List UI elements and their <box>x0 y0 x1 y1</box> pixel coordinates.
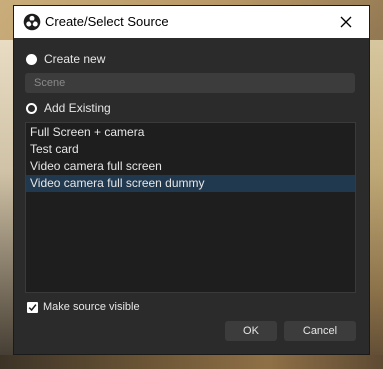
make-source-visible-checkbox[interactable]: Make source visible <box>27 300 140 314</box>
list-item-source[interactable]: Full Screen + camera <box>26 124 355 141</box>
scene-name-input[interactable] <box>25 73 355 93</box>
ok-button[interactable]: OK <box>225 321 277 341</box>
add-existing-label: Add Existing <box>44 101 111 115</box>
create-new-label: Create new <box>44 52 106 66</box>
radio-button-indicator[interactable] <box>26 102 37 114</box>
dialog-title: Create/Select Source <box>45 14 169 29</box>
list-item-source-selected[interactable]: Video camera full screen dummy <box>26 175 355 192</box>
background-bottom-edge <box>0 355 383 369</box>
create-select-source-dialog: Create/Select Source Create new Add Exis… <box>14 6 369 354</box>
radio-button-indicator[interactable] <box>26 53 37 65</box>
close-icon <box>340 16 352 28</box>
obs-logo-icon <box>23 13 41 31</box>
title-bar[interactable]: Create/Select Source <box>14 6 369 38</box>
create-new-radio[interactable]: Create new <box>26 51 105 67</box>
close-button[interactable] <box>323 6 369 38</box>
cancel-button[interactable]: Cancel <box>284 321 356 341</box>
make-source-visible-label: Make source visible <box>43 301 140 313</box>
list-item-source[interactable]: Video camera full screen <box>26 158 355 175</box>
checkbox-checked-icon[interactable] <box>27 301 38 313</box>
existing-sources-list[interactable]: Full Screen + camera Test card Video cam… <box>25 122 356 293</box>
add-existing-radio[interactable]: Add Existing <box>26 100 111 116</box>
list-item-source[interactable]: Test card <box>26 141 355 158</box>
